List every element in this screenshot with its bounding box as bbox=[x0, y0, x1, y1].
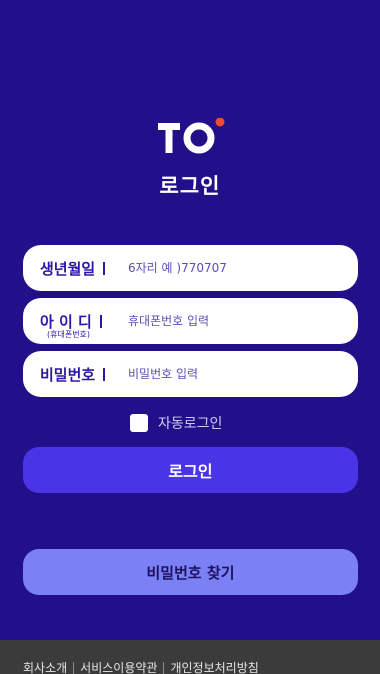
to-logo bbox=[156, 117, 228, 158]
find-password-button[interactable]: 비밀번호 찾기 bbox=[23, 549, 358, 595]
birth-date-label: 생년월일 bbox=[40, 259, 96, 278]
birth-date-label-wrap: 생년월일 bbox=[40, 245, 106, 291]
page-title: 로그인 bbox=[159, 174, 221, 198]
auto-login-toggle[interactable]: 자동로그인 bbox=[130, 413, 222, 433]
birth-date-field[interactable]: 생년월일 bbox=[23, 245, 358, 291]
password-input[interactable] bbox=[128, 359, 348, 389]
password-label: 비밀번호 bbox=[40, 365, 96, 384]
id-input[interactable] bbox=[128, 306, 348, 336]
id-sub-label: (휴대폰번호) bbox=[47, 330, 91, 339]
label-divider bbox=[103, 261, 106, 275]
auto-login-label: 자동로그인 bbox=[158, 416, 223, 432]
password-field[interactable]: 비밀번호 bbox=[23, 351, 358, 397]
footer-link-company[interactable]: 회사소개 bbox=[23, 659, 67, 674]
footer-link-terms[interactable]: 서비스이용약관 bbox=[80, 659, 157, 674]
id-field[interactable]: 아 이 디 (휴대폰번호) bbox=[23, 298, 358, 344]
footer-divider bbox=[163, 661, 165, 674]
auto-login-checkbox[interactable] bbox=[130, 414, 148, 432]
footer-link-privacy[interactable]: 개인정보처리방침 bbox=[170, 659, 258, 674]
label-divider bbox=[99, 314, 102, 328]
password-label-wrap: 비밀번호 bbox=[40, 351, 106, 397]
birth-date-input[interactable] bbox=[128, 253, 348, 283]
footer-links: 회사소개 서비스이용약관 개인정보처리방침 bbox=[23, 659, 259, 674]
footer: 회사소개 서비스이용약관 개인정보처리방침 bbox=[0, 640, 380, 674]
label-divider bbox=[103, 367, 106, 381]
footer-divider bbox=[73, 661, 75, 674]
login-button[interactable]: 로그인 bbox=[23, 447, 358, 493]
